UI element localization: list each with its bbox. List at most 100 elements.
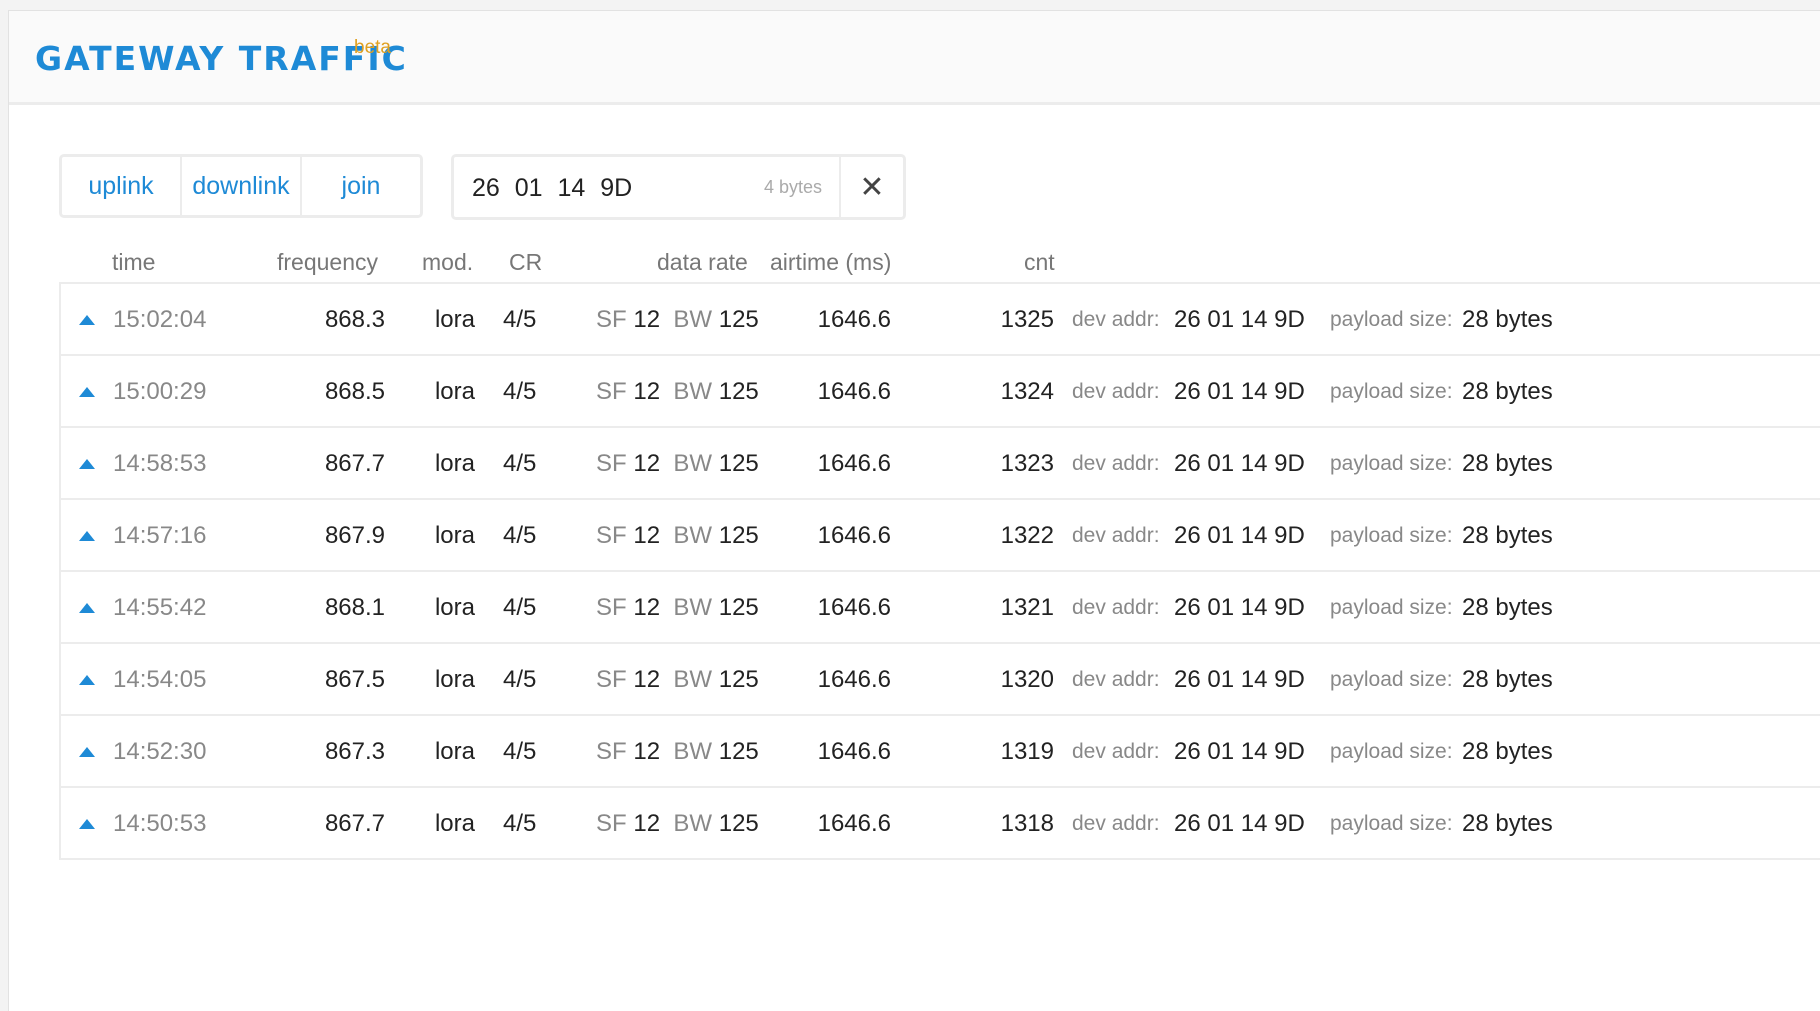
payload-size-label: payload size: — [1330, 380, 1453, 403]
sf-label: SF — [596, 450, 627, 477]
row-modulation: lora — [434, 594, 475, 621]
row-time: 14:54:05 — [113, 666, 207, 693]
payload-size-label: payload size: — [1330, 740, 1453, 763]
table-row[interactable]: 14:54:05 867.5 lora 4/5 SF 12 BW 125 164… — [61, 644, 1820, 716]
row-airtime: 1646.6 — [817, 306, 891, 333]
sf-value: 12 — [633, 666, 661, 693]
row-modulation: lora — [434, 666, 475, 693]
table-row[interactable]: 15:00:29 868.5 lora 4/5 SF 12 BW 125 164… — [61, 356, 1820, 428]
row-payload-size: 28 bytes — [1462, 594, 1553, 621]
uplink-arrow-icon — [79, 747, 95, 757]
row-coding-rate: 4/5 — [503, 306, 537, 333]
sf-label: SF — [596, 666, 627, 693]
table-row[interactable]: 14:50:53 867.7 lora 4/5 SF 12 BW 125 164… — [61, 788, 1820, 860]
row-airtime: 1646.6 — [817, 666, 891, 693]
row-time: 15:02:04 — [113, 306, 207, 333]
bw-label: BW — [673, 522, 713, 549]
row-dev-addr: 26 01 14 9D — [1174, 594, 1305, 621]
row-data-rate: SF 12 BW 125 — [596, 810, 759, 838]
row-data-rate: SF 12 BW 125 — [596, 666, 759, 694]
sf-value: 12 — [633, 594, 661, 621]
row-payload-size: 28 bytes — [1462, 810, 1553, 837]
row-frequency: 868.3 — [324, 306, 385, 333]
table-row[interactable]: 14:55:42 868.1 lora 4/5 SF 12 BW 125 164… — [61, 572, 1820, 644]
row-coding-rate: 4/5 — [503, 594, 537, 621]
sf-label: SF — [596, 306, 627, 333]
bw-label: BW — [673, 378, 713, 405]
row-frequency: 867.3 — [324, 738, 385, 765]
row-dev-addr: 26 01 14 9D — [1174, 522, 1305, 549]
row-count: 1325 — [1000, 306, 1054, 333]
table-row[interactable]: 14:57:16 867.9 lora 4/5 SF 12 BW 125 164… — [61, 500, 1820, 572]
dev-addr-label: dev addr: — [1072, 308, 1160, 331]
gateway-traffic-panel: GATEWAY TRAFFIC beta uplink downlink joi… — [8, 10, 1820, 1011]
row-data-rate: SF 12 BW 125 — [596, 450, 759, 478]
row-airtime: 1646.6 — [817, 450, 891, 477]
payload-size-label: payload size: — [1330, 596, 1453, 619]
table-row[interactable]: 14:58:53 867.7 lora 4/5 SF 12 BW 125 164… — [61, 428, 1820, 500]
row-count: 1319 — [1000, 738, 1054, 765]
row-payload-size: 28 bytes — [1462, 306, 1553, 333]
header-frequency: frequency — [277, 249, 379, 275]
bw-label: BW — [673, 594, 713, 621]
row-dev-addr: 26 01 14 9D — [1174, 810, 1305, 837]
row-count: 1321 — [1000, 594, 1054, 621]
row-airtime: 1646.6 — [817, 810, 891, 837]
panel-header: GATEWAY TRAFFIC beta — [9, 11, 1820, 105]
row-modulation: lora — [434, 810, 475, 837]
row-frequency: 867.9 — [324, 522, 385, 549]
filter-byte-count: 4 bytes — [764, 177, 823, 197]
page-title: GATEWAY TRAFFIC — [35, 39, 408, 78]
uplink-filter-button[interactable]: uplink — [62, 157, 182, 215]
row-coding-rate: 4/5 — [503, 810, 537, 837]
dev-addr-label: dev addr: — [1072, 812, 1160, 835]
header-cr: CR — [509, 249, 543, 275]
row-frequency: 868.1 — [324, 594, 385, 621]
row-payload-size: 28 bytes — [1462, 738, 1553, 765]
row-payload-size: 28 bytes — [1462, 666, 1553, 693]
downlink-filter-button[interactable]: downlink — [182, 157, 302, 215]
bw-label: BW — [673, 306, 713, 333]
dev-addr-filter-input[interactable]: 26 01 14 9D 4 bytes ✕ — [451, 154, 906, 220]
dev-addr-label: dev addr: — [1072, 380, 1160, 403]
table-row[interactable]: 15:02:04 868.3 lora 4/5 SF 12 BW 125 164… — [61, 284, 1820, 356]
bw-value: 125 — [718, 450, 759, 477]
sf-value: 12 — [633, 810, 661, 837]
row-time: 14:58:53 — [113, 450, 207, 477]
table-row[interactable]: 14:52:30 867.3 lora 4/5 SF 12 BW 125 164… — [61, 716, 1820, 788]
bw-value: 125 — [718, 810, 759, 837]
direction-filter: uplink downlink join — [59, 154, 423, 218]
traffic-table: 15:02:04 868.3 lora 4/5 SF 12 BW 125 164… — [59, 282, 1820, 860]
row-time: 14:50:53 — [113, 810, 207, 837]
bw-label: BW — [673, 666, 713, 693]
dev-addr-label: dev addr: — [1072, 668, 1160, 691]
header-mod: mod. — [422, 249, 474, 275]
row-count: 1324 — [1000, 378, 1054, 405]
row-data-rate: SF 12 BW 125 — [596, 738, 759, 766]
row-payload-size: 28 bytes — [1462, 450, 1553, 477]
uplink-arrow-icon — [79, 675, 95, 685]
bw-value: 125 — [718, 666, 759, 693]
header-data-rate: data rate — [657, 249, 748, 275]
close-icon[interactable]: ✕ — [839, 157, 903, 217]
row-airtime: 1646.6 — [817, 594, 891, 621]
row-time: 14:55:42 — [113, 594, 207, 621]
row-coding-rate: 4/5 — [503, 522, 537, 549]
bw-value: 125 — [718, 522, 759, 549]
bw-label: BW — [673, 738, 713, 765]
join-filter-button[interactable]: join — [302, 157, 420, 215]
row-frequency: 868.5 — [324, 378, 385, 405]
dev-addr-label: dev addr: — [1072, 452, 1160, 475]
filter-value[interactable]: 26 01 14 9D — [472, 174, 632, 203]
payload-size-label: payload size: — [1330, 524, 1453, 547]
uplink-arrow-icon — [79, 603, 95, 613]
dev-addr-label: dev addr: — [1072, 596, 1160, 619]
row-frequency: 867.5 — [324, 666, 385, 693]
dev-addr-label: dev addr: — [1072, 740, 1160, 763]
row-coding-rate: 4/5 — [503, 450, 537, 477]
row-dev-addr: 26 01 14 9D — [1174, 666, 1305, 693]
row-modulation: lora — [434, 738, 475, 765]
row-coding-rate: 4/5 — [503, 738, 537, 765]
row-count: 1322 — [1000, 522, 1054, 549]
sf-label: SF — [596, 522, 627, 549]
